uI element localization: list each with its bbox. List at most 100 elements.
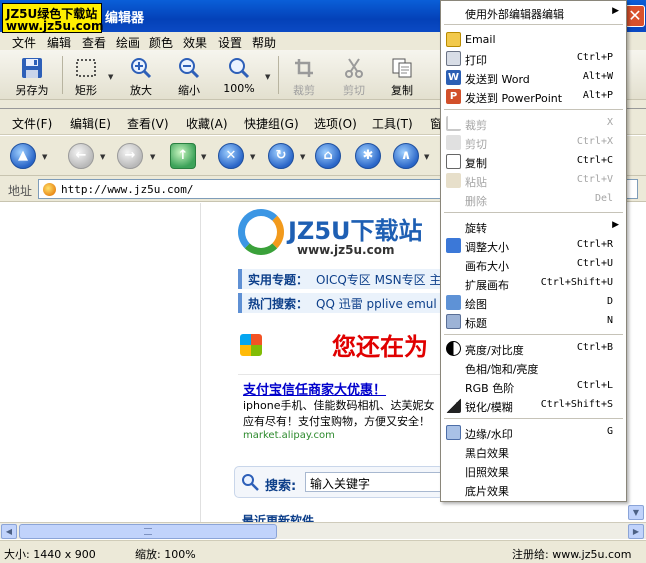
menu-separator: [444, 418, 623, 419]
menu-item-shortcut: Ctrl+C: [576, 155, 613, 166]
dropdown-icon: ▼: [201, 153, 207, 161]
menu-item-expand-canvas[interactable]: 扩展画布 Ctrl+Shift+U: [441, 274, 626, 293]
save-as-label: 另存为: [15, 84, 49, 97]
sharpen-icon: [446, 398, 461, 413]
menu-item-external-editor[interactable]: 使用外部编辑器编辑 ▶: [441, 3, 626, 22]
menu-item-canvas-size[interactable]: 画布大小 Ctrl+U: [441, 255, 626, 274]
menu-item-sepia[interactable]: 旧照效果: [441, 461, 626, 480]
site-logo-icon: [238, 209, 284, 255]
draw-icon: [446, 295, 461, 310]
scroll-right-button[interactable]: ▶: [628, 524, 644, 539]
special-topics-links: OICQ专区 MSN专区 主: [316, 273, 442, 287]
menu-item-label: 打印: [465, 54, 487, 67]
browser-menu-view: 查看(V): [127, 117, 169, 131]
menu-separator: [444, 212, 623, 213]
scissors-icon: [446, 135, 461, 150]
zoom-100-icon: [229, 58, 250, 79]
menu-item-email[interactable]: Email: [441, 30, 626, 49]
menu-item-label: 黑白效果: [465, 447, 509, 460]
menu-item-label: 亮度/对比度: [465, 344, 524, 357]
menu-item-delete[interactable]: 删除 Del: [441, 190, 626, 209]
menu-item-rgb-levels[interactable]: RGB 色阶 Ctrl+L: [441, 377, 626, 396]
search-label: 搜索:: [265, 479, 297, 494]
menu-item-label: Email: [465, 33, 496, 46]
up-folder-icon: ↑: [170, 143, 196, 169]
menu-item-label: 锐化/模糊: [465, 401, 513, 414]
menu-separator: [444, 334, 623, 335]
menu-item-brightness-contrast[interactable]: 亮度/对比度 Ctrl+B: [441, 339, 626, 358]
ad-banner: 您还在为: [238, 324, 444, 370]
dropdown-icon: ▼: [42, 153, 48, 161]
menu-item-paste[interactable]: 粘贴 Ctrl+V: [441, 171, 626, 190]
resize-icon: [446, 238, 461, 253]
close-button[interactable]: ✕: [625, 5, 645, 27]
browser-menu-options: 选项(O): [314, 117, 357, 131]
menu-help[interactable]: 帮助: [252, 34, 276, 51]
menu-item-hue-saturation[interactable]: 色相/饱和/亮度: [441, 358, 626, 377]
copy-button[interactable]: 复制: [382, 52, 422, 98]
menu-view[interactable]: 查看: [82, 34, 106, 51]
crop-icon: [446, 116, 461, 131]
browser-menu-file: 文件(F): [12, 117, 53, 131]
hot-search-links: QQ 迅雷 pplive emul: [316, 297, 437, 311]
menu-item-label: 色相/饱和/亮度: [465, 363, 539, 376]
menu-item-negative[interactable]: 底片效果: [441, 480, 626, 499]
menu-paint[interactable]: 绘画: [116, 34, 140, 51]
toolbar-separator: [62, 56, 63, 94]
ad-line-2: 应有尽有！支付宝购物，方便又安全！: [243, 415, 430, 428]
ad-line-1: iphone手机、佳能数码相机、达芙妮女: [243, 399, 435, 412]
menu-item-print[interactable]: 打印 Ctrl+P: [441, 49, 626, 68]
menu-item-copy[interactable]: 复制 Ctrl+C: [441, 152, 626, 171]
menu-item-shortcut: Ctrl+U: [576, 258, 613, 269]
zoom-in-button[interactable]: 放大: [120, 52, 162, 98]
rect-select-dropdown-icon[interactable]: ▼: [108, 73, 113, 81]
menu-color[interactable]: 颜色: [149, 34, 173, 51]
menu-file[interactable]: 文件: [12, 34, 36, 51]
status-zoom: 缩放: 100%: [135, 548, 196, 561]
menu-settings[interactable]: 设置: [218, 34, 242, 51]
rect-select-button[interactable]: 矩形: [64, 52, 108, 98]
zoom-100-label: 100%: [223, 82, 255, 95]
scroll-left-button[interactable]: ◀: [1, 524, 17, 539]
status-registered: 注册给: www.jz5u.com: [512, 548, 632, 561]
menu-effects[interactable]: 效果: [183, 34, 207, 51]
menu-item-draw[interactable]: 绘图 D: [441, 293, 626, 312]
menu-item-edge-watermark[interactable]: 边缘/水印 G: [441, 423, 626, 442]
zoom-out-button[interactable]: 缩小: [168, 52, 210, 98]
menu-item-label: 旋转: [465, 222, 487, 235]
word-icon: W: [446, 70, 461, 85]
address-url: http://www.jz5u.com/: [61, 183, 194, 196]
page-divider: [200, 203, 201, 528]
scroll-down-button[interactable]: ▼: [628, 505, 644, 520]
email-icon: [446, 32, 461, 47]
menu-edit[interactable]: 编辑: [47, 34, 71, 51]
zoom-100-button[interactable]: 100%: [218, 52, 260, 98]
horizontal-scrollbar[interactable]: ◀ ▶: [0, 522, 646, 539]
dropdown-icon: ▼: [150, 153, 156, 161]
menu-item-shortcut: N: [606, 315, 613, 326]
watermark-badge: JZ5U绿色下载站 www.jz5u.com: [2, 3, 103, 33]
zoom-out-label: 缩小: [178, 84, 200, 97]
menu-item-shortcut: Ctrl+X: [576, 136, 613, 147]
menu-item-rotate[interactable]: 旋转 ▶: [441, 217, 626, 236]
menu-item-resize[interactable]: 调整大小 Ctrl+R: [441, 236, 626, 255]
snowflake-icon: ✱: [355, 143, 381, 169]
ie-page-icon: [43, 183, 56, 196]
menu-item-label: RGB 色阶: [465, 382, 515, 395]
menu-item-crop[interactable]: 裁剪 X: [441, 114, 626, 133]
crop-button[interactable]: 裁剪: [284, 52, 324, 98]
hot-search-strip: 热门搜索： QQ 迅雷 pplive emul: [238, 293, 444, 313]
zoom-dropdown-icon[interactable]: ▼: [265, 73, 270, 81]
menu-item-cut[interactable]: 剪切 Ctrl+X: [441, 133, 626, 152]
cut-button[interactable]: 剪切: [334, 52, 374, 98]
menu-item-send-powerpoint[interactable]: P 发送到 PowerPoint Alt+P: [441, 87, 626, 106]
scroll-thumb[interactable]: [19, 524, 277, 539]
menu-item-black-white[interactable]: 黑白效果: [441, 442, 626, 461]
menu-item-send-word[interactable]: W 发送到 Word Alt+W: [441, 68, 626, 87]
menu-item-label: 发送到 PowerPoint: [465, 92, 563, 105]
menu-item-shortcut: G: [606, 426, 613, 437]
powerpoint-icon: P: [446, 89, 461, 104]
save-as-button[interactable]: 另存为: [8, 52, 56, 98]
menu-item-sharpen-blur[interactable]: 锐化/模糊 Ctrl+Shift+S: [441, 396, 626, 415]
menu-item-caption[interactable]: 标题 N: [441, 312, 626, 331]
